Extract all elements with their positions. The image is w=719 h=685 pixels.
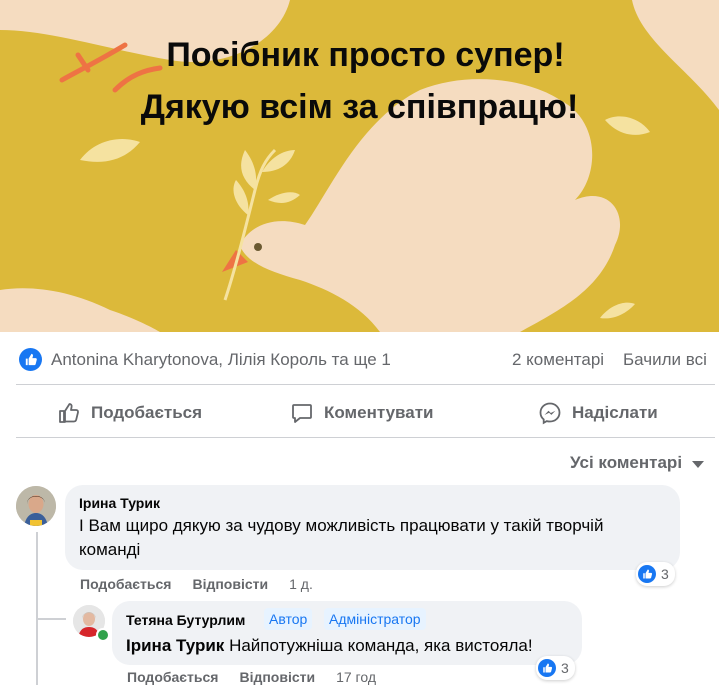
comment-filter-dropdown[interactable]: Усі коментарі [570, 453, 705, 473]
admin-badge: Адміністратор [324, 608, 426, 630]
comment-reactions[interactable]: 3 [636, 562, 675, 586]
like-badge-icon[interactable] [19, 348, 42, 371]
comment-actions: Подобається Відповісти 17 год [127, 669, 376, 685]
comment-reactions[interactable]: 3 [536, 656, 575, 680]
like-icon [538, 659, 556, 677]
comment-filter-label: Усі коментарі [570, 453, 683, 472]
divider [16, 437, 715, 438]
like-icon [638, 565, 656, 583]
author-badge: Автор [264, 608, 313, 630]
comment-button-label: Коментувати [324, 403, 434, 422]
divider [16, 384, 715, 385]
comment-like-link[interactable]: Подобається [80, 576, 171, 592]
seen-by-all-link[interactable]: Бачили всі [623, 350, 707, 370]
comment-author[interactable]: Тетяна Бутурлим [126, 612, 245, 628]
comment-text: Ірина Турик Найпотужніша команда, яка ви… [126, 634, 533, 658]
comment-bubble: Ірина Турик І Вам щиро дякую за чудову м… [65, 485, 680, 570]
comment-like-link[interactable]: Подобається [127, 669, 218, 685]
chevron-down-icon [692, 460, 705, 468]
comment-actions: Подобається Відповісти 1 д. [80, 576, 313, 592]
like-button[interactable]: Подобається [57, 396, 202, 430]
comment-text: І Вам щиро дякую за чудову можливість пр… [79, 516, 604, 559]
online-status-indicator [96, 628, 110, 642]
reactors-names[interactable]: Antonina Kharytonova, Лілія Король та ще… [51, 350, 391, 370]
reaction-count: 3 [561, 660, 569, 676]
comment-author[interactable]: Ірина Турик [79, 495, 160, 511]
banner-headline-line1: Посібник просто супер! [166, 36, 565, 74]
avatar[interactable] [16, 486, 56, 526]
thumbs-up-icon [59, 403, 79, 423]
thread-branch-line [36, 618, 66, 620]
mention-link[interactable]: Ірина Турик [126, 636, 224, 655]
comment-reply-link[interactable]: Відповісти [192, 576, 268, 592]
reply-text: Найпотужніша команда, яка вистояла! [229, 636, 533, 655]
comments-count-link[interactable]: 2 коментарі [512, 350, 604, 370]
thread-line [36, 532, 38, 685]
reaction-count: 3 [661, 566, 669, 582]
send-button[interactable]: Надіслати [538, 396, 658, 430]
reactions-summary: Antonina Kharytonova, Лілія Король та ще… [0, 333, 719, 385]
comment-timestamp[interactable]: 1 д. [289, 576, 313, 592]
reply-bubble: Тетяна Бутурлим Автор Адміністратор Ірин… [112, 601, 582, 665]
messenger-icon [539, 402, 561, 425]
comment-button[interactable]: Коментувати [290, 396, 434, 430]
like-button-label: Подобається [91, 403, 203, 422]
banner-headline-line2: Дякую всім за співпрацю! [140, 88, 579, 126]
post-image-banner[interactable]: Посібник просто супер! Дякую всім за спі… [0, 0, 719, 332]
comment-icon [292, 404, 312, 423]
send-button-label: Надіслати [572, 403, 658, 422]
comment-reply-link[interactable]: Відповісти [239, 669, 315, 685]
comment-timestamp[interactable]: 17 год [336, 669, 376, 685]
